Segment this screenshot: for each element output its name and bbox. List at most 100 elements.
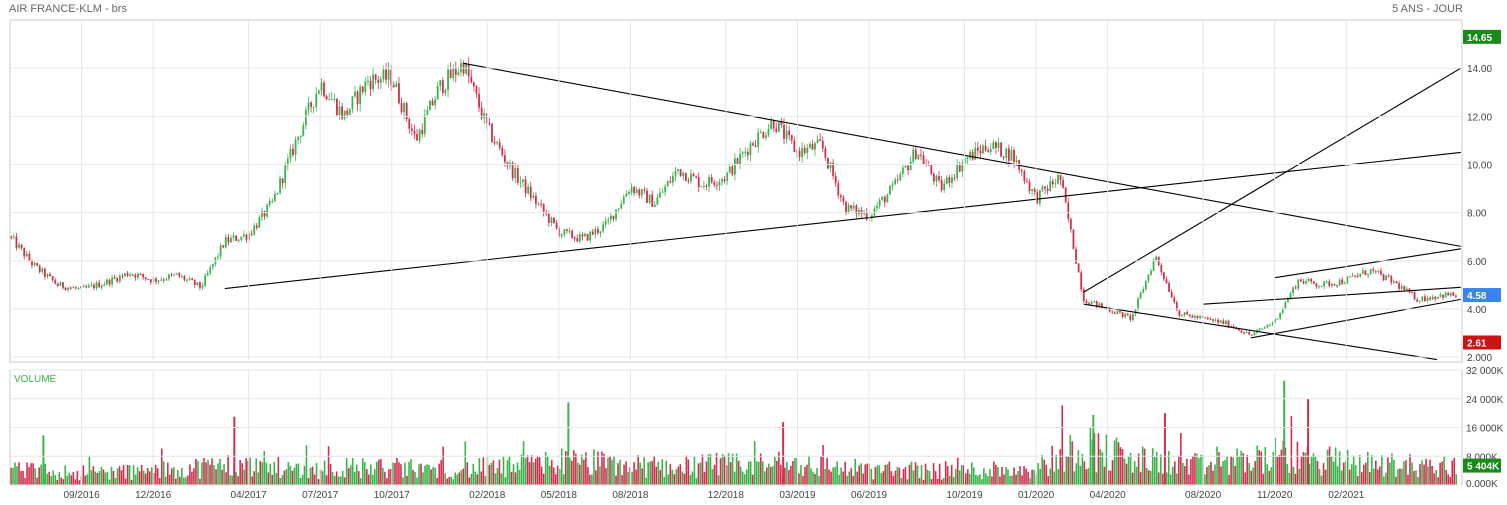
candle bbox=[410, 128, 413, 131]
volume-bar bbox=[607, 457, 609, 485]
candle bbox=[354, 91, 356, 97]
volume-bar bbox=[1212, 470, 1214, 485]
candle bbox=[266, 205, 269, 217]
candle bbox=[834, 175, 837, 184]
volume-bar bbox=[363, 462, 366, 485]
candle bbox=[1369, 269, 1372, 275]
volume-bar bbox=[307, 478, 310, 485]
candle bbox=[1015, 160, 1018, 162]
volume-bar bbox=[347, 468, 350, 485]
candle bbox=[852, 205, 855, 209]
candle bbox=[18, 244, 20, 248]
volume-bar bbox=[832, 467, 834, 485]
candle bbox=[1119, 311, 1121, 313]
volume-bar bbox=[997, 467, 999, 485]
candle bbox=[808, 144, 811, 148]
candle bbox=[15, 236, 18, 248]
volume-bar bbox=[154, 464, 157, 485]
candle bbox=[56, 283, 59, 286]
volume-bar bbox=[1216, 446, 1218, 485]
volume-spike bbox=[233, 416, 236, 485]
volume-bar bbox=[751, 474, 754, 485]
volume-bar bbox=[1061, 405, 1064, 485]
volume-bar bbox=[665, 460, 668, 485]
volume-bar bbox=[14, 462, 16, 485]
volume-bar bbox=[261, 462, 264, 485]
candle bbox=[369, 80, 372, 90]
volume-bar bbox=[1159, 454, 1162, 485]
volume-bar bbox=[1278, 454, 1281, 485]
trend-line[interactable] bbox=[224, 151, 1461, 290]
volume-bar bbox=[536, 455, 539, 485]
x-tick-label: 03/2019 bbox=[779, 490, 816, 501]
trend-line[interactable] bbox=[1083, 67, 1462, 293]
volume-bar bbox=[440, 460, 442, 485]
x-tick-label: 04/2017 bbox=[231, 490, 268, 501]
volume-bar bbox=[1161, 473, 1164, 485]
volume-bar bbox=[365, 469, 368, 485]
candle bbox=[206, 272, 209, 276]
candle bbox=[793, 140, 796, 152]
volume-bar bbox=[361, 458, 364, 485]
volume-bar bbox=[880, 473, 883, 485]
candle bbox=[379, 79, 382, 83]
trend-line[interactable] bbox=[1250, 298, 1461, 339]
volume-bar bbox=[1051, 445, 1054, 485]
volume-bar bbox=[335, 471, 338, 485]
candle bbox=[126, 273, 129, 276]
volume-bar bbox=[579, 464, 581, 485]
volume-bar bbox=[663, 477, 666, 485]
volume-bar bbox=[767, 463, 770, 485]
volume-bar bbox=[828, 469, 830, 485]
volume-bar bbox=[1350, 464, 1353, 485]
candle bbox=[465, 63, 468, 74]
volume-bar bbox=[297, 463, 300, 485]
volume-bar bbox=[520, 454, 523, 485]
volume-bar bbox=[1101, 452, 1104, 485]
volume-bar bbox=[697, 463, 700, 485]
volume-bar bbox=[904, 467, 907, 485]
candle bbox=[566, 229, 568, 231]
volume-bar bbox=[1399, 468, 1401, 485]
candle bbox=[971, 151, 974, 160]
candle bbox=[901, 167, 904, 174]
candle bbox=[59, 282, 62, 286]
candle bbox=[904, 165, 907, 168]
volume-bar bbox=[199, 478, 201, 485]
trend-line[interactable] bbox=[1083, 303, 1438, 361]
candle bbox=[1204, 317, 1207, 319]
volume-bar bbox=[1095, 472, 1098, 485]
volume-bar bbox=[329, 463, 332, 485]
candle bbox=[1330, 283, 1333, 287]
x-tick-label: 05/2018 bbox=[541, 490, 578, 501]
volume-bar bbox=[1147, 470, 1150, 485]
volume-bar bbox=[209, 464, 211, 485]
candle bbox=[1258, 328, 1261, 331]
candle bbox=[1002, 156, 1005, 158]
volume-bar bbox=[275, 473, 278, 485]
candle bbox=[351, 96, 354, 109]
volume-bar bbox=[958, 470, 961, 485]
volume-bar bbox=[593, 449, 595, 485]
volume-bar bbox=[466, 462, 469, 485]
candle bbox=[589, 231, 592, 241]
volume-bar bbox=[398, 462, 400, 485]
volume-bar bbox=[852, 475, 855, 485]
volume-bar bbox=[999, 476, 1001, 485]
volume-bar bbox=[1286, 464, 1289, 485]
volume-bar bbox=[1079, 465, 1082, 485]
candle bbox=[1173, 297, 1176, 303]
candle bbox=[917, 154, 920, 160]
candle bbox=[922, 155, 925, 165]
candle bbox=[98, 282, 101, 288]
volume-bar bbox=[613, 456, 615, 485]
volume-bar bbox=[408, 461, 410, 485]
volume-bar bbox=[1236, 448, 1238, 485]
candle bbox=[294, 139, 297, 155]
candle bbox=[1219, 320, 1222, 323]
stock-chart[interactable]: 09/2016 12/2016 04/2017 07/2017 10/2017 02/20… bbox=[0, 0, 1507, 505]
volume-bar bbox=[884, 465, 887, 485]
volume-bar bbox=[325, 475, 328, 485]
volume-bar bbox=[1017, 470, 1019, 485]
volume-bar bbox=[1453, 457, 1456, 485]
